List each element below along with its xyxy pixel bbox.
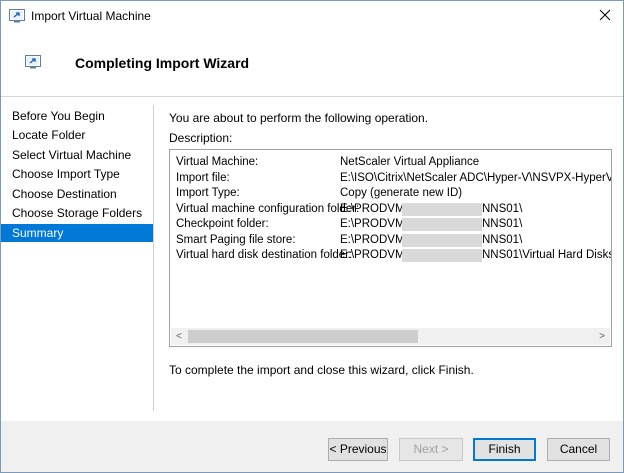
nav-item-select-virtual-machine[interactable]: Select Virtual Machine <box>1 146 153 164</box>
finish-button[interactable]: Finish <box>473 438 536 461</box>
nav-item-choose-import-type[interactable]: Choose Import Type <box>1 165 153 183</box>
redaction-block <box>402 233 482 247</box>
nav-item-choose-destination[interactable]: Choose Destination <box>1 185 153 203</box>
redaction-block <box>402 218 482 231</box>
row-key: Virtual hard disk destination folder: <box>176 249 353 261</box>
next-button[interactable]: Next > <box>399 438 463 461</box>
row-key: Import Type: <box>176 187 240 199</box>
scroll-left-icon[interactable]: < <box>171 328 187 345</box>
horizontal-scrollbar[interactable]: < > <box>171 328 610 345</box>
intro-text: You are about to perform the following o… <box>169 111 429 125</box>
row-key: Import file: <box>176 171 230 184</box>
row-value: E:\ISO\Citrix\NetScaler ADC\Hyper-V\NSVP… <box>340 171 611 184</box>
scroll-right-icon[interactable]: > <box>594 328 610 345</box>
wizard-header: Completing Import Wizard <box>1 31 623 95</box>
row-key: Virtual Machine: <box>176 156 259 168</box>
row-key: Smart Paging file store: <box>176 233 296 246</box>
previous-button[interactable]: < Previous <box>328 438 388 461</box>
description-label: Description: <box>169 131 233 145</box>
scrollbar-thumb[interactable] <box>188 330 418 343</box>
button-bar: < Previous Next > Finish Cancel <box>1 421 623 472</box>
redaction-block <box>402 202 482 216</box>
row-value-tail: NNS01\Virtual Hard Disks\ <box>482 249 612 261</box>
finish-instructions: To complete the import and close this wi… <box>169 363 474 377</box>
nav-item-summary[interactable]: Summary <box>1 223 153 242</box>
wizard-nav: Before You Begin Locate Folder Select Vi… <box>1 97 153 437</box>
page-title: Completing Import Wizard <box>75 55 250 71</box>
title-bar[interactable]: Import Virtual Machine <box>1 1 623 31</box>
window-title: Import Virtual Machine <box>31 9 151 23</box>
row-value-tail: NNS01\ <box>482 233 523 246</box>
cancel-button[interactable]: Cancel <box>547 438 610 461</box>
hyperv-import-icon <box>9 9 25 23</box>
row-value-tail: NNS01\ <box>482 218 523 230</box>
row-value: Copy (generate new ID) <box>340 187 463 199</box>
row-value: NetScaler Virtual Appliance <box>340 156 480 168</box>
nav-item-choose-storage-folders[interactable]: Choose Storage Folders <box>1 204 153 222</box>
import-vm-window: Import Virtual Machine Completing Import… <box>0 0 624 473</box>
nav-divider <box>153 105 154 411</box>
row-value-tail: NNS01\ <box>482 202 523 215</box>
close-icon[interactable] <box>595 5 615 25</box>
row-key: Checkpoint folder: <box>176 218 269 230</box>
nav-item-locate-folder[interactable]: Locate Folder <box>1 126 153 144</box>
description-box[interactable]: Virtual Machine: NetScaler Virtual Appli… <box>169 149 612 347</box>
nav-item-before-you-begin[interactable]: Before You Begin <box>1 107 153 125</box>
row-key: Virtual machine configuration folder: <box>176 202 360 215</box>
hyperv-import-icon <box>25 55 41 69</box>
redaction-block <box>402 249 482 262</box>
